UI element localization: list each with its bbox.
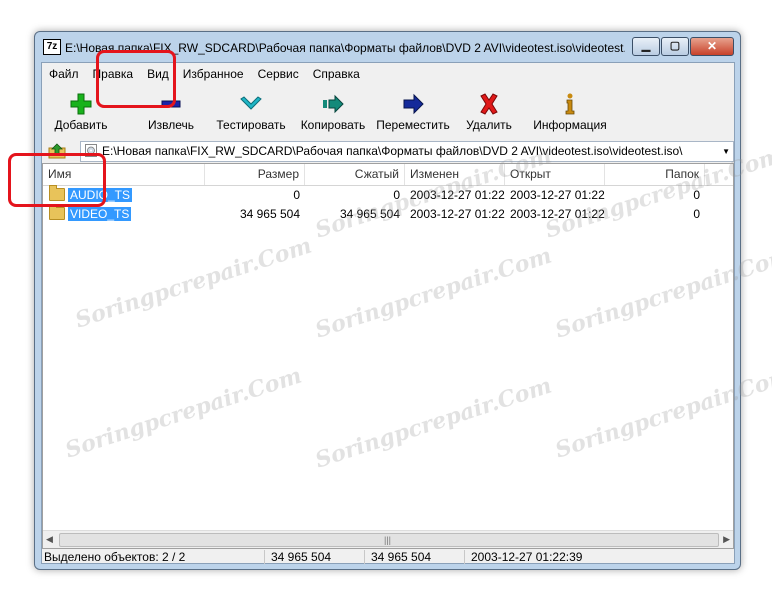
minimize-icon: ▁ xyxy=(641,40,651,52)
row-size: 0 xyxy=(293,188,300,202)
row-created: 2003-12-27 01:22 xyxy=(510,207,605,221)
extract-highlight-frame xyxy=(96,50,176,108)
status-selected: Выделено объектов: 2 / 2 xyxy=(44,550,186,564)
table-row[interactable]: VIDEO_TS 34 965 504 34 965 504 2003-12-2… xyxy=(43,204,733,224)
close-button[interactable]: ✕ xyxy=(690,37,734,56)
info-button[interactable]: Информация xyxy=(530,87,610,135)
list-header: Имя Размер Сжатый Изменен Открыт Папок xyxy=(43,164,733,186)
info-label: Информация xyxy=(533,118,607,132)
grip-icon: ||| xyxy=(384,535,392,545)
file-list[interactable]: Имя Размер Сжатый Изменен Открыт Папок A… xyxy=(42,163,734,549)
scroll-left-icon[interactable]: ◀ xyxy=(46,534,53,545)
row-size: 34 965 504 xyxy=(239,207,300,221)
delete-label: Удалить xyxy=(466,118,512,132)
menu-favorites[interactable]: Избранное xyxy=(176,65,251,83)
row-packed: 0 xyxy=(393,188,400,202)
caption-buttons: ▁ ▢ ✕ xyxy=(631,37,734,56)
row-name-cell: VIDEO_TS xyxy=(43,204,205,224)
client-area: Файл Правка Вид Избранное Сервис Справка… xyxy=(41,62,735,564)
minimize-button[interactable]: ▁ xyxy=(632,37,660,56)
arrow-right-icon xyxy=(403,93,424,115)
table-row[interactable]: AUDIO_TS 0 0 2003-12-27 01:22 2003-12-27… xyxy=(43,185,733,205)
x-icon xyxy=(480,93,498,115)
folders-highlight-frame xyxy=(8,153,106,207)
status-date: 2003-12-27 01:22:39 xyxy=(464,550,734,564)
app-window: 7z E:\Новая папка\FIX_RW_SDCARD\Рабочая … xyxy=(34,31,741,570)
address-path: E:\Новая папка\FIX_RW_SDCARD\Рабочая пап… xyxy=(102,144,683,158)
column-modified[interactable]: Изменен xyxy=(405,164,505,185)
column-size[interactable]: Размер xyxy=(205,164,305,185)
horizontal-scrollbar[interactable]: ◀ ||| ▶ xyxy=(43,530,733,548)
menu-help[interactable]: Справка xyxy=(306,65,367,83)
move-label: Переместить xyxy=(376,118,450,132)
column-created[interactable]: Открыт xyxy=(505,164,605,185)
column-extra[interactable] xyxy=(705,164,733,185)
status-bar: Выделено объектов: 2 / 2 34 965 504 34 9… xyxy=(42,549,734,565)
row-folders: 0 xyxy=(693,207,700,221)
test-label: Тестировать xyxy=(216,118,286,132)
plus-icon xyxy=(70,93,92,115)
delete-button[interactable]: Удалить xyxy=(460,87,518,135)
maximize-button[interactable]: ▢ xyxy=(661,37,689,56)
row-modified: 2003-12-27 01:22 xyxy=(410,188,505,202)
scroll-thumb[interactable]: ||| xyxy=(59,533,719,547)
column-packed[interactable]: Сжатый xyxy=(305,164,405,185)
status-size: 34 965 504 xyxy=(264,550,364,564)
row-created: 2003-12-27 01:22 xyxy=(510,188,605,202)
add-label: Добавить xyxy=(54,118,108,132)
row-folders: 0 xyxy=(693,188,700,202)
menu-file[interactable]: Файл xyxy=(42,65,86,83)
scroll-right-icon[interactable]: ▶ xyxy=(723,534,730,545)
address-bar: E:\Новая папка\FIX_RW_SDCARD\Рабочая пап… xyxy=(42,140,734,162)
column-folders[interactable]: Папок xyxy=(605,164,705,185)
copy-label: Копировать xyxy=(300,118,366,132)
row-name: VIDEO_TS xyxy=(68,207,132,221)
chevron-down-icon[interactable]: ▼ xyxy=(722,147,730,156)
row-modified: 2003-12-27 01:22 xyxy=(410,207,505,221)
status-packed: 34 965 504 xyxy=(364,550,464,564)
extract-label: Извлечь xyxy=(147,118,194,132)
maximize-icon: ▢ xyxy=(669,40,681,52)
info-icon xyxy=(565,93,575,115)
test-button[interactable]: Тестировать xyxy=(212,87,290,135)
copy-arrow-icon xyxy=(323,94,344,114)
row-packed: 34 965 504 xyxy=(339,207,400,221)
copy-button[interactable]: Копировать xyxy=(294,87,372,135)
close-icon: ✕ xyxy=(706,39,718,53)
menu-tools[interactable]: Сервис xyxy=(251,65,306,83)
app-7z-icon[interactable]: 7z xyxy=(43,39,61,55)
move-button[interactable]: Переместить xyxy=(372,87,454,135)
folder-icon xyxy=(49,204,65,220)
address-field[interactable]: E:\Новая папка\FIX_RW_SDCARD\Рабочая пап… xyxy=(80,141,734,162)
menu-bar: Файл Правка Вид Избранное Сервис Справка xyxy=(42,65,367,83)
checkmark-icon xyxy=(240,96,262,110)
